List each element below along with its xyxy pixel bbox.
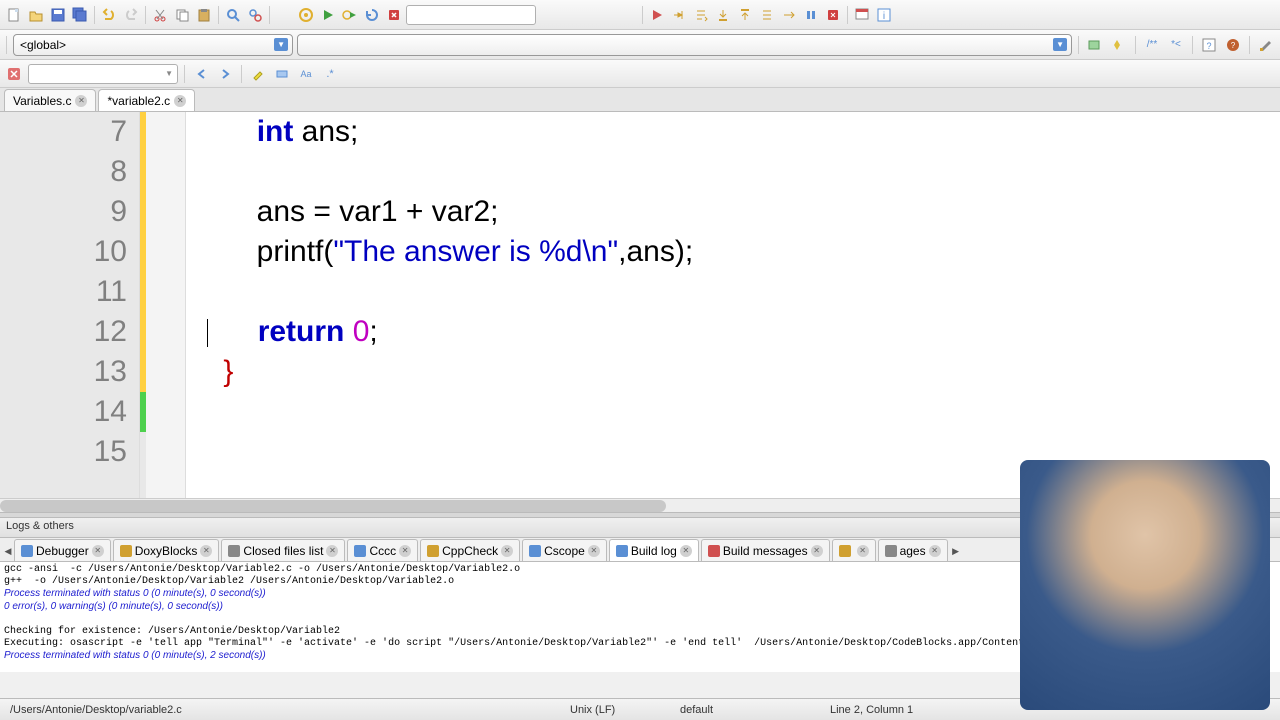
logs-nav-left[interactable]: ◀: [2, 541, 14, 561]
abort-icon[interactable]: [384, 5, 404, 25]
log-tab[interactable]: Closed files list✕: [221, 539, 345, 561]
next-instr-icon[interactable]: [757, 5, 777, 25]
rebuild-icon[interactable]: [362, 5, 382, 25]
save-all-icon[interactable]: [70, 5, 90, 25]
doxy-run-icon[interactable]: [1085, 35, 1105, 55]
copy-icon[interactable]: [172, 5, 192, 25]
log-tab[interactable]: Cccc✕: [347, 539, 418, 561]
scope-combo[interactable]: <global>: [13, 34, 293, 56]
undo-icon[interactable]: [99, 5, 119, 25]
tab-close-icon[interactable]: ✕: [92, 545, 104, 557]
code-area[interactable]: int ans; ans = var1 + var2; printf("The …: [186, 112, 1280, 498]
webcam-overlay: [1020, 460, 1270, 710]
cut-icon[interactable]: [150, 5, 170, 25]
step-out-icon[interactable]: [735, 5, 755, 25]
step-into-icon[interactable]: [713, 5, 733, 25]
scope-toolbar: <global> /** *< ? ?: [0, 30, 1280, 60]
debug-start-icon[interactable]: [647, 5, 667, 25]
doxy-comment2-icon[interactable]: *<: [1166, 35, 1186, 55]
tab-close-icon[interactable]: ✕: [857, 545, 869, 557]
log-tab[interactable]: Cscope✕: [522, 539, 607, 561]
build-icon[interactable]: [296, 5, 316, 25]
find-toolbar: ▼ Aa .*: [0, 60, 1280, 88]
logs-nav-right[interactable]: ▶: [950, 541, 962, 561]
line-numbers: 789101112131415: [0, 112, 140, 498]
match-case-icon[interactable]: Aa: [296, 64, 316, 84]
log-tab[interactable]: Build messages✕: [701, 539, 830, 561]
search-next-icon[interactable]: [215, 64, 235, 84]
editor-tabs: Variables.c✕*variable2.c✕: [0, 88, 1280, 112]
paste-icon[interactable]: [194, 5, 214, 25]
log-tab[interactable]: DoxyBlocks✕: [113, 539, 220, 561]
tab-close-icon[interactable]: ✕: [200, 545, 212, 557]
next-line-icon[interactable]: [691, 5, 711, 25]
new-file-icon[interactable]: [4, 5, 24, 25]
regex-icon[interactable]: .*: [320, 64, 340, 84]
tab-close-icon[interactable]: ✕: [501, 545, 513, 557]
doxy-comment-icon[interactable]: /**: [1142, 35, 1162, 55]
status-mode: default: [670, 704, 820, 716]
redo-icon[interactable]: [121, 5, 141, 25]
tab-close-icon[interactable]: ✕: [680, 545, 692, 557]
log-tab[interactable]: ✕: [832, 539, 876, 561]
tab-close-icon[interactable]: ✕: [929, 545, 941, 557]
search-prev-icon[interactable]: [191, 64, 211, 84]
build-target-combo[interactable]: [406, 5, 536, 25]
build-run-icon[interactable]: [340, 5, 360, 25]
svg-text:?: ?: [1206, 41, 1211, 51]
doxy-wizard-icon[interactable]: [1109, 35, 1129, 55]
run-to-cursor-icon[interactable]: [669, 5, 689, 25]
fold-gutter[interactable]: [146, 112, 186, 498]
search-input[interactable]: ▼: [28, 64, 178, 84]
log-tab[interactable]: ages✕: [878, 539, 948, 561]
tab-close-icon[interactable]: ✕: [811, 545, 823, 557]
highlight-icon[interactable]: [248, 64, 268, 84]
status-position: Line 2, Column 1: [820, 704, 923, 716]
clear-search-icon[interactable]: [4, 64, 24, 84]
tab-close-icon[interactable]: ✕: [326, 545, 338, 557]
doxy-help-icon[interactable]: ?: [1199, 35, 1219, 55]
code-editor[interactable]: 789101112131415 int ans; ans = var1 + va…: [0, 112, 1280, 498]
find-icon[interactable]: [223, 5, 243, 25]
debug-windows-icon[interactable]: [852, 5, 872, 25]
stop-debugger-icon[interactable]: [823, 5, 843, 25]
break-debugger-icon[interactable]: [801, 5, 821, 25]
doxy-chm-icon[interactable]: ?: [1223, 35, 1243, 55]
tab-close-icon[interactable]: ✕: [399, 545, 411, 557]
log-tab[interactable]: Build log✕: [609, 539, 699, 561]
svg-text:i: i: [883, 11, 885, 22]
open-file-icon[interactable]: [26, 5, 46, 25]
replace-icon[interactable]: [245, 5, 265, 25]
log-tab[interactable]: CppCheck✕: [420, 539, 520, 561]
tab-close-icon[interactable]: ✕: [75, 95, 87, 107]
tab-close-icon[interactable]: ✕: [588, 545, 600, 557]
svg-text:?: ?: [1231, 41, 1236, 50]
tab-close-icon[interactable]: ✕: [174, 95, 186, 107]
log-tab[interactable]: Debugger✕: [14, 539, 111, 561]
status-path: /Users/Antonie/Desktop/variable2.c: [0, 704, 560, 716]
file-tab[interactable]: Variables.c✕: [4, 89, 96, 111]
status-encoding: Unix (LF): [560, 704, 670, 716]
run-icon[interactable]: [318, 5, 338, 25]
save-icon[interactable]: [48, 5, 68, 25]
info-icon[interactable]: i: [874, 5, 894, 25]
file-tab[interactable]: *variable2.c✕: [98, 89, 195, 111]
step-into-instr-icon[interactable]: [779, 5, 799, 25]
selection-only-icon[interactable]: [272, 64, 292, 84]
doxy-settings-icon[interactable]: [1256, 35, 1276, 55]
symbol-combo[interactable]: [297, 34, 1072, 56]
main-toolbar: i: [0, 0, 1280, 30]
